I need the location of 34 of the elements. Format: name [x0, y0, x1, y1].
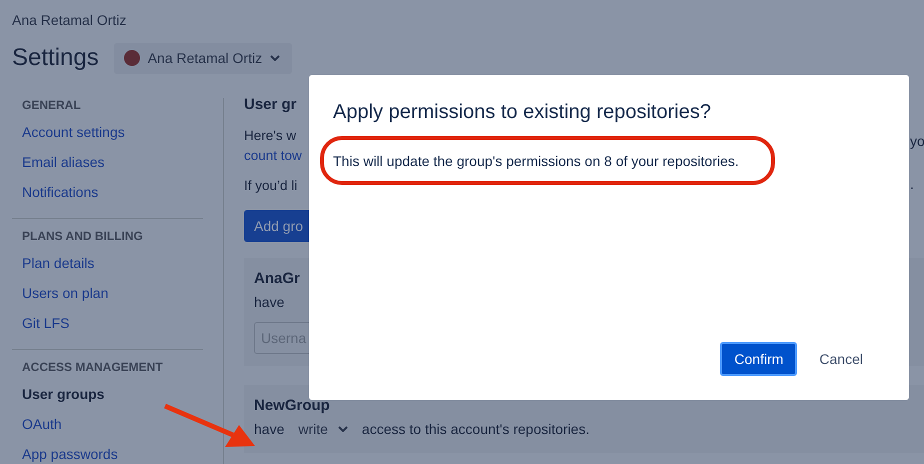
- intro-text-fragment: yo: [910, 133, 924, 149]
- dialog-message: This will update the group's permissions on 8 of your repositories.: [333, 152, 739, 168]
- group-name: AnaGr: [254, 270, 301, 289]
- permission-select[interactable]: write: [298, 421, 348, 437]
- section-title: User gr: [244, 96, 297, 115]
- sidebar-link[interactable]: Git LFS: [22, 314, 204, 344]
- sidebar-link[interactable]: Email aliases: [22, 153, 204, 183]
- avatar: [124, 50, 140, 66]
- page-title: Settings: [12, 44, 99, 72]
- sidebar-link[interactable]: Plan details: [22, 254, 204, 284]
- intro-text: Here's w: [244, 127, 296, 145]
- chevron-down-icon: [338, 426, 348, 432]
- sidebar-link[interactable]: Notifications: [22, 183, 204, 213]
- cancel-button[interactable]: Cancel: [805, 342, 877, 376]
- note-text: If you’d li: [244, 177, 298, 195]
- section-heading: PLANS AND BILLING: [22, 229, 144, 245]
- confirm-button[interactable]: Confirm: [720, 342, 798, 376]
- sidebar-link[interactable]: User groups: [22, 385, 204, 415]
- sidebar-link[interactable]: Users on plan: [22, 284, 204, 314]
- note-text-fragment: .: [910, 176, 914, 192]
- have-label: have: [254, 421, 284, 437]
- group-name: NewGroup: [254, 397, 331, 416]
- sidebar-link[interactable]: Account settings: [22, 123, 204, 153]
- sidebar-link[interactable]: OAuth: [22, 415, 204, 445]
- dialog-title: Apply permissions to existing repositories?: [333, 101, 712, 124]
- chevron-down-icon: [270, 55, 280, 61]
- section-heading: ACCESS MANAGEMENT: [22, 360, 164, 376]
- section-heading: GENERAL: [22, 98, 82, 114]
- account-name: Ana Retamal Ortiz: [12, 12, 128, 30]
- sidebar-link[interactable]: App passwords: [22, 445, 204, 464]
- account-switcher[interactable]: Ana Retamal Ortiz: [114, 42, 292, 74]
- have-label: have: [254, 294, 284, 310]
- intro-link[interactable]: count tow: [244, 146, 302, 166]
- access-text: access to this account's repositories.: [362, 421, 590, 437]
